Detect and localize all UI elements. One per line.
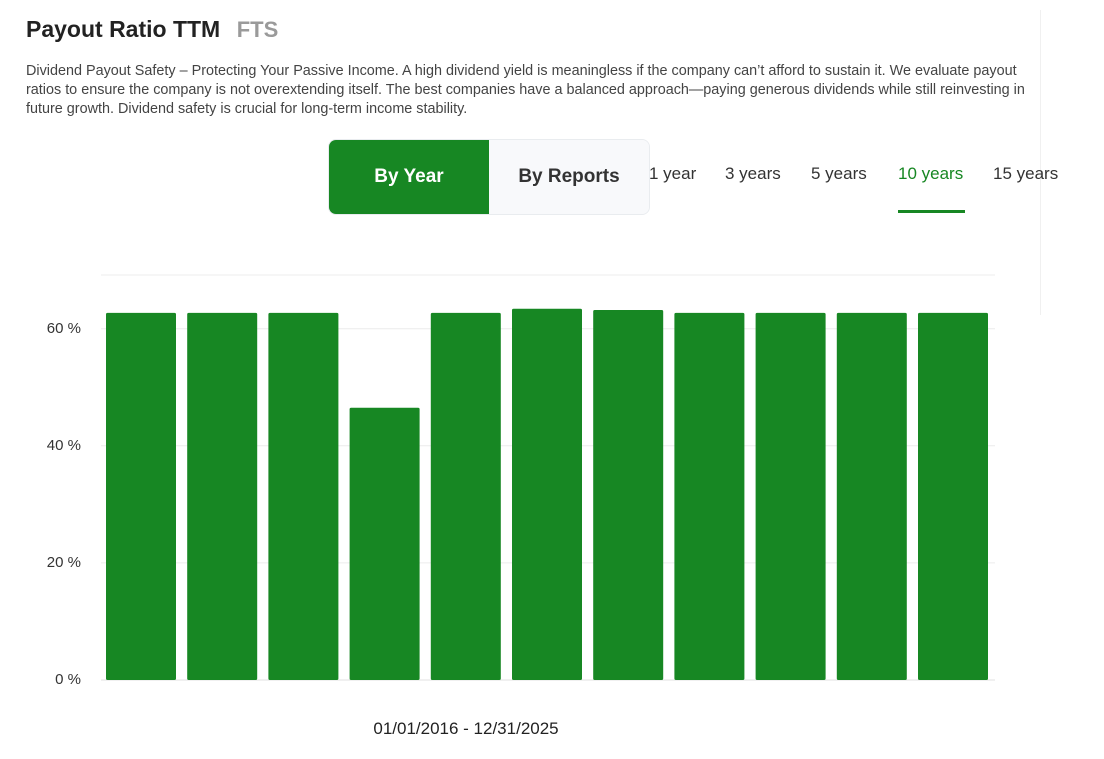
bar[interactable] [593, 310, 664, 680]
bar[interactable] [106, 312, 176, 680]
bar[interactable] [755, 312, 826, 680]
payout-ratio-chart: 60 % 40 % 20 % 0 % 01/01/2016 - 12/31/20… [47, 274, 995, 738]
y-axis-ticks: 60 % 40 % 20 % 0 % [47, 320, 81, 688]
y-tick-label: 60 % [47, 320, 81, 337]
y-tick-label: 20 % [47, 554, 81, 571]
date-range-label: 01/01/2016 - 12/31/2025 [373, 719, 558, 738]
bar[interactable] [349, 407, 420, 680]
bar[interactable] [674, 312, 745, 680]
y-tick-label: 40 % [47, 437, 81, 454]
bars [106, 308, 988, 680]
bar[interactable] [836, 312, 907, 680]
bar[interactable] [430, 312, 501, 680]
y-tick-label: 0 % [55, 671, 81, 688]
bar[interactable] [512, 308, 582, 680]
bar[interactable] [918, 312, 988, 680]
bar[interactable] [268, 312, 339, 680]
bar[interactable] [187, 312, 258, 680]
